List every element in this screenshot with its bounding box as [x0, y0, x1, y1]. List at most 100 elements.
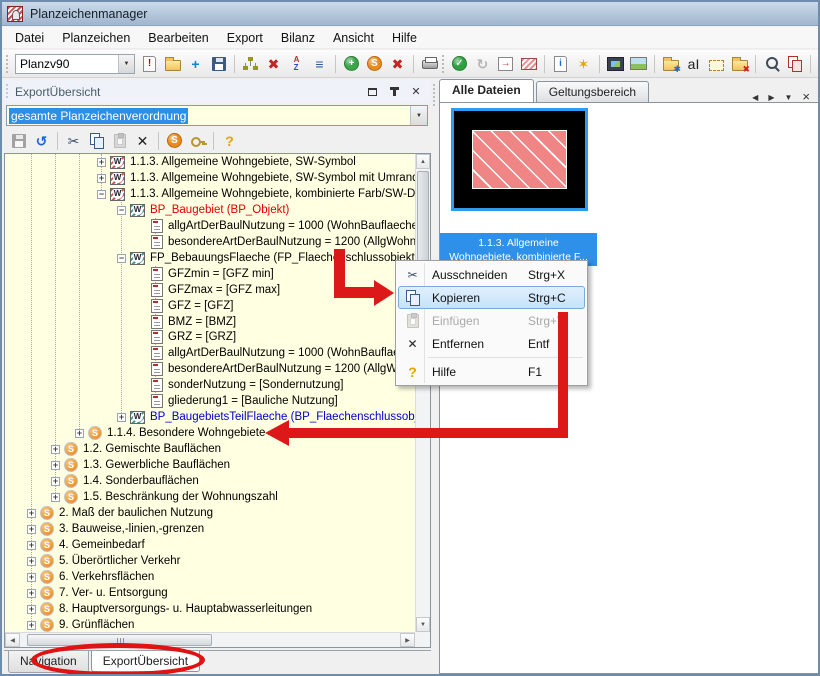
tab-scroll-left-icon[interactable]: ◀ — [752, 93, 758, 102]
tree-item[interactable]: −BP_Baugebiet (BP_Objekt) — [5, 202, 415, 218]
tree-item[interactable]: +7. Ver- u. Entsorgung — [5, 585, 415, 601]
tree-expand-toggle[interactable]: + — [27, 589, 36, 598]
tree-item[interactable]: +9. Grünflächen — [5, 617, 415, 632]
context-menu-item-ausschneiden[interactable]: ✂AusschneidenStrg+X — [398, 263, 585, 286]
panel-drag-grip[interactable] — [6, 84, 10, 100]
pattern-icon[interactable] — [518, 53, 539, 74]
tree-expand-toggle[interactable]: + — [27, 525, 36, 534]
vertical-scrollbar[interactable]: ▲ ▼ — [415, 154, 430, 632]
tree-expand-toggle[interactable]: − — [117, 206, 126, 215]
tree-item[interactable]: +3. Bauweise,-linien,-grenzen — [5, 521, 415, 537]
folder-delete-icon[interactable]: ✖ — [729, 53, 750, 74]
tree-item[interactable]: allgArtDerBaulNutzung = 1000 (WohnBaufla… — [5, 345, 415, 361]
open-file-icon[interactable] — [162, 53, 183, 74]
pin-button[interactable] — [387, 85, 401, 99]
panel-splitter[interactable] — [433, 84, 437, 106]
paragraph-circle-icon[interactable]: S — [164, 130, 185, 151]
tree-expand-toggle[interactable]: + — [117, 413, 126, 422]
tab-menu-icon[interactable]: ▼ — [784, 93, 792, 102]
menu-item-bearbeiten[interactable]: Bearbeiten — [139, 28, 217, 48]
search-text-icon[interactable] — [761, 53, 782, 74]
context-menu-item-einfügen[interactable]: EinfügenStrg+V — [398, 309, 585, 332]
tree-item[interactable]: sonderNutzung = [Sondernutzung] — [5, 377, 415, 393]
list-view-icon[interactable]: ≡ — [309, 53, 330, 74]
tree-item[interactable]: +8. Hauptversorgungs- u. Hauptabwasserle… — [5, 601, 415, 617]
scroll-right-icon[interactable]: ▶ — [400, 633, 415, 647]
tree-expand-toggle[interactable]: + — [51, 461, 60, 470]
tree-expand-toggle[interactable]: + — [97, 158, 106, 167]
context-menu-item-kopieren[interactable]: KopierenStrg+C — [398, 286, 585, 309]
tree-expand-toggle[interactable]: + — [27, 573, 36, 582]
profile-combobox[interactable]: Planzv90 ▼ — [15, 54, 135, 74]
tree-item[interactable]: +BP_BaugebietsTeilFlaeche (BP_Flaechensc… — [5, 409, 415, 425]
sort-az-icon[interactable] — [286, 53, 307, 74]
tree-item[interactable]: besondereArtDerBaulNutzung = 1200 (AllgW… — [5, 234, 415, 250]
magic-wand-icon[interactable]: ✶ — [573, 53, 594, 74]
toolbar-grip[interactable] — [6, 55, 11, 73]
float-window-button[interactable] — [365, 85, 379, 99]
tree-structure-icon[interactable] — [240, 53, 261, 74]
context-menu-item-hilfe[interactable]: ?HilfeF1 — [398, 360, 585, 383]
tab-scroll-right-icon[interactable]: ▶ — [768, 93, 774, 102]
new-file-icon[interactable]: ! — [139, 53, 160, 74]
tree-expand-toggle[interactable]: + — [27, 621, 36, 630]
tree-item[interactable]: −FP_BebauungsFlaeche (FP_Flaechenschluss… — [5, 250, 415, 266]
cut-icon[interactable]: ✂ — [63, 130, 84, 151]
tree-item[interactable]: allgArtDerBaulNutzung = 1000 (WohnBaufla… — [5, 218, 415, 234]
tree-expand-toggle[interactable]: + — [75, 429, 84, 438]
delete-icon[interactable]: ✕ — [132, 130, 153, 151]
tree-item[interactable]: +6. Verkehrsflächen — [5, 569, 415, 585]
undo-icon[interactable]: ↺ — [31, 130, 52, 151]
filter-combobox[interactable]: gesamte Planzeichenverordnung ▼ — [6, 105, 428, 126]
tree-item[interactable]: gliederung1 = [Bauliche Nutzung] — [5, 393, 415, 409]
info-file-icon[interactable]: i — [550, 53, 571, 74]
tree-item[interactable]: besondereArtDerBaulNutzung = 1200 (AllgW… — [5, 361, 415, 377]
scroll-down-icon[interactable]: ▼ — [416, 617, 430, 632]
close-files-panel-button[interactable]: × — [802, 92, 810, 102]
title-bar[interactable]: Planzeichenmanager — [2, 2, 818, 26]
add-icon[interactable]: + — [185, 53, 206, 74]
tree-item[interactable]: GRZ = [GRZ] — [5, 329, 415, 345]
close-panel-button[interactable]: ✕ — [409, 85, 423, 99]
tree-expand-toggle[interactable]: + — [27, 557, 36, 566]
remove-structure-icon[interactable]: ✖ — [263, 53, 284, 74]
combobox-dropdown-icon[interactable]: ▼ — [410, 106, 427, 125]
tree-expand-toggle[interactable]: + — [27, 541, 36, 550]
combobox-dropdown-icon[interactable]: ▼ — [118, 55, 134, 73]
scroll-up-icon[interactable]: ▲ — [416, 154, 430, 169]
key-icon[interactable] — [187, 130, 208, 151]
tree-item[interactable]: +4. Gemeinbedarf — [5, 537, 415, 553]
paragraph-circle-icon[interactable]: S — [364, 53, 385, 74]
tree-item[interactable]: +1.5. Beschränkung der Wohnungszahl — [5, 489, 415, 505]
save-icon[interactable] — [208, 53, 229, 74]
tree-item[interactable]: +1.1.3. Allgemeine Wohngebiete, SW-Symbo… — [5, 170, 415, 186]
tree-item[interactable]: GFZ = [GFZ] — [5, 298, 415, 314]
tree-item[interactable]: BMZ = [BMZ] — [5, 314, 415, 330]
toolbar-grip[interactable] — [442, 55, 447, 73]
scroll-left-icon[interactable]: ◀ — [5, 633, 20, 647]
tree-item[interactable]: −1.1.3. Allgemeine Wohngebiete, kombinie… — [5, 186, 415, 202]
rename-icon[interactable]: aI — [683, 53, 704, 74]
delete-pages-icon[interactable] — [784, 53, 805, 74]
tree-expand-toggle[interactable]: − — [97, 190, 106, 199]
tree-item[interactable]: +1.4. Sonderbauflächen — [5, 473, 415, 489]
window-layout-icon[interactable] — [816, 53, 820, 74]
menu-item-hilfe[interactable]: Hilfe — [383, 28, 426, 48]
tree-expand-toggle[interactable]: + — [51, 477, 60, 486]
remove-circle-icon[interactable]: ✖ — [387, 53, 408, 74]
refresh-icon[interactable]: ↻ — [472, 53, 493, 74]
plan-symbol-thumbnail[interactable] — [451, 108, 588, 211]
tree-item[interactable]: +1.2. Gemischte Bauflächen — [5, 441, 415, 457]
export-panel-icon[interactable]: → — [495, 53, 516, 74]
menu-item-datei[interactable]: Datei — [6, 28, 53, 48]
context-menu-item-entfernen[interactable]: ✕EntfernenEntf — [398, 332, 585, 355]
tree-expand-toggle[interactable]: + — [97, 174, 106, 183]
tree-expand-toggle[interactable]: + — [27, 509, 36, 518]
print-icon[interactable] — [419, 53, 440, 74]
paste-icon[interactable] — [109, 130, 130, 151]
tree-expand-toggle[interactable]: + — [51, 445, 60, 454]
tree-item[interactable]: +1.3. Gewerbliche Bauflächen — [5, 457, 415, 473]
menu-item-export[interactable]: Export — [218, 28, 272, 48]
image-preview-icon[interactable] — [605, 53, 626, 74]
tree-item[interactable]: +1.1.3. Allgemeine Wohngebiete, SW-Symbo… — [5, 154, 415, 170]
